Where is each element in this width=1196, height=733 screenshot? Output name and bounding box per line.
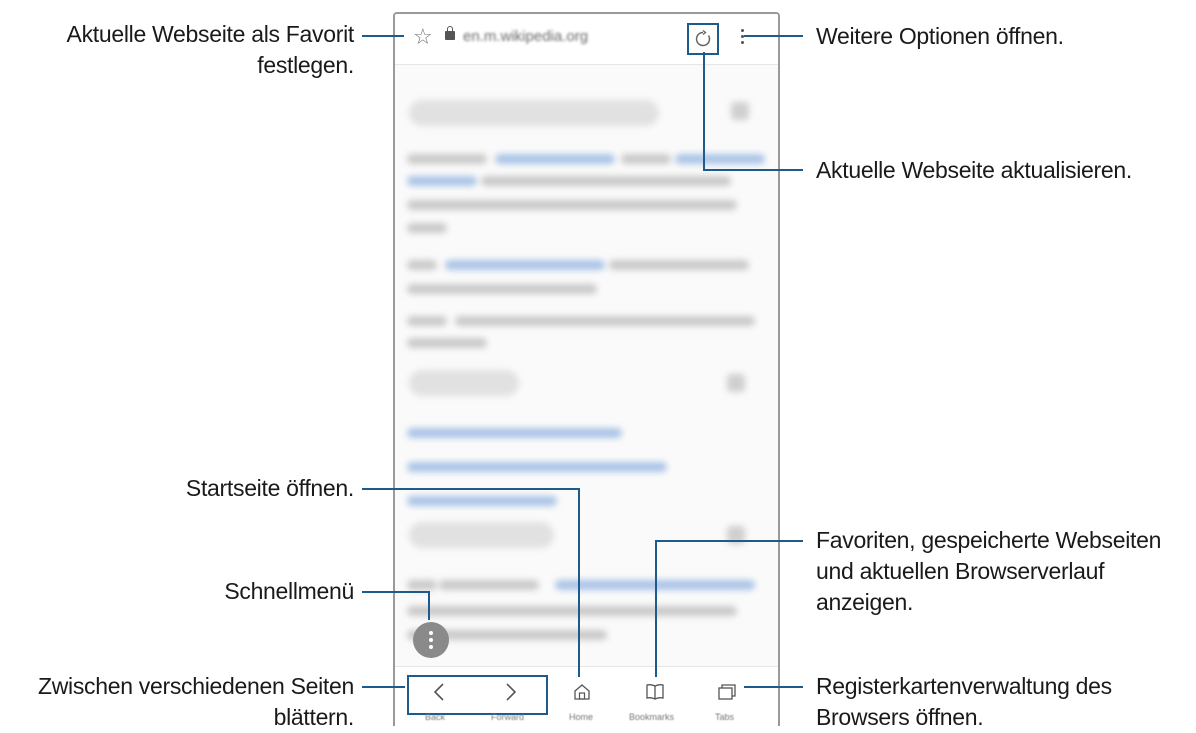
callout-bookmarks-line3: anzeigen.	[816, 589, 914, 615]
callout-bookmarks-line2: und aktuellen Browserverlauf	[816, 558, 1105, 584]
chevron-right-icon[interactable]	[505, 682, 517, 702]
callout-tabs-line2: Browsers öffnen.	[816, 704, 984, 730]
callout-quick-menu: Schnellmenü	[224, 578, 354, 604]
tabs-label: Tabs	[715, 712, 735, 722]
lock-icon	[445, 26, 455, 40]
tabs-icon[interactable]	[717, 683, 737, 701]
bookmarks-label: Bookmarks	[629, 712, 675, 722]
callout-favorite: Aktuelle Webseite als Favorit festlegen.	[66, 19, 355, 81]
forward-label: Forward	[491, 712, 525, 722]
reload-button[interactable]	[687, 23, 719, 55]
book-icon[interactable]	[645, 683, 665, 701]
callout-favorite-line1: Aktuelle Webseite als Favorit	[66, 21, 355, 47]
home-label: Home	[569, 712, 594, 722]
browser-phone-screen: ☆ en.m.wikipedia.org Back Forward Home B…	[393, 12, 780, 726]
bottom-toolbar: Back Forward Home Bookmarks Tabs	[395, 666, 778, 726]
reload-icon	[695, 30, 711, 47]
callout-tabs: Registerkartenverwaltung des Browsers öf…	[816, 671, 1112, 733]
callout-navigate-line2: blättern.	[273, 704, 355, 730]
home-icon[interactable]	[573, 683, 591, 701]
url-text[interactable]: en.m.wikipedia.org	[463, 28, 588, 45]
navigation-highlight	[407, 675, 548, 715]
callout-favorite-line2: festlegen.	[257, 52, 354, 78]
address-bar: ☆ en.m.wikipedia.org	[395, 14, 778, 65]
vertical-dots-icon[interactable]	[741, 28, 745, 52]
callout-tabs-line1: Registerkartenverwaltung des	[816, 673, 1112, 699]
callout-navigate: Zwischen verschiedenen Seiten blättern.	[38, 671, 354, 733]
callout-more-options: Weitere Optionen öffnen.	[816, 23, 1064, 49]
star-outline-icon[interactable]: ☆	[413, 25, 433, 50]
back-label: Back	[425, 712, 446, 722]
callout-home: Startseite öffnen.	[185, 475, 354, 501]
callout-bookmarks-line1: Favoriten, gespeicherte Webseiten	[816, 527, 1162, 553]
callout-refresh: Aktuelle Webseite aktualisieren.	[816, 157, 1132, 183]
quick-menu-icon[interactable]	[413, 622, 449, 658]
callout-bookmarks: Favoriten, gespeicherte Webseiten und ak…	[816, 525, 1161, 618]
blurred-page-content	[395, 66, 778, 666]
callout-navigate-line1: Zwischen verschiedenen Seiten	[37, 673, 354, 699]
chevron-left-icon[interactable]	[433, 682, 445, 702]
